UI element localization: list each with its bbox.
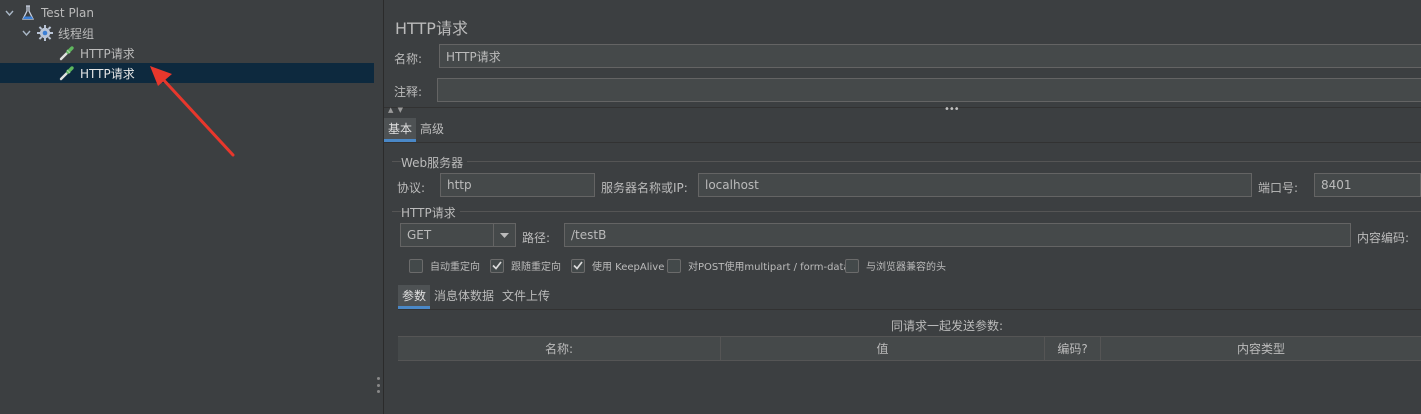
option-keepalive[interactable]: 使用 KeepAlive: [571, 258, 664, 273]
option-label: 与浏览器兼容的头: [866, 262, 946, 273]
option-label: 使用 KeepAlive: [592, 262, 665, 273]
main-tabs: 基本 高级: [384, 118, 448, 142]
name-label: 名称:: [394, 52, 423, 66]
chevron-down-icon[interactable]: [493, 224, 515, 246]
method-value: GET: [407, 228, 432, 242]
checkbox[interactable]: [845, 258, 859, 273]
server-input[interactable]: localhost: [698, 173, 1252, 197]
option-auto-redirect[interactable]: 自动重定向: [409, 258, 480, 273]
checkbox[interactable]: [490, 258, 504, 273]
option-browser-headers[interactable]: 与浏览器兼容的头: [845, 258, 946, 273]
params-table-header: 名称: 值 编码? 内容类型: [398, 336, 1421, 361]
group-border: [392, 211, 1421, 212]
chevron-down-icon[interactable]: [3, 7, 15, 19]
column-header-content-type[interactable]: 内容类型: [1101, 337, 1421, 360]
http-request-group-title: HTTP请求: [401, 204, 460, 221]
tree-item-test-plan[interactable]: Test Plan: [0, 3, 374, 23]
tree-item-label: 线程组: [58, 26, 95, 41]
comment-label: 注释:: [394, 85, 423, 99]
protocol-label: 协议:: [397, 181, 426, 195]
splitter-grip-icon[interactable]: [377, 377, 380, 393]
tab-body-data[interactable]: 消息体数据: [430, 285, 498, 309]
test-plan-tree: Test Plan 线程组 HTTP请求 HTTP请求: [0, 0, 374, 414]
option-label: 自动重定向: [430, 262, 480, 273]
chevron-down-icon[interactable]: [20, 27, 32, 39]
port-label: 端口号:: [1258, 181, 1299, 195]
check-icon: [573, 261, 583, 270]
protocol-input[interactable]: http: [440, 173, 595, 197]
tab-file-upload[interactable]: 文件上传: [498, 285, 554, 309]
pane-splitter[interactable]: [374, 0, 384, 414]
option-follow-redirect[interactable]: 跟随重定向: [490, 258, 561, 273]
collapse-bar[interactable]: ▲ ▼ •••: [384, 104, 1421, 115]
tree-item-thread-group[interactable]: 线程组: [0, 23, 374, 43]
option-label: 跟随重定向: [511, 262, 561, 273]
path-input[interactable]: /testB: [564, 223, 1351, 247]
params-caption: 同请求一起发送参数:: [891, 319, 1004, 333]
web-server-group-title: Web服务器: [401, 154, 468, 171]
tab-parameters[interactable]: 参数: [398, 285, 431, 309]
encoding-label: 内容编码:: [1357, 231, 1410, 245]
annotation-arrow: [150, 66, 235, 157]
column-header-value[interactable]: 值: [721, 337, 1045, 360]
group-border: [392, 161, 1421, 162]
pipette-icon: [58, 44, 76, 62]
tree-item-http-request-1[interactable]: HTTP请求: [0, 43, 374, 63]
path-label: 路径:: [522, 231, 551, 245]
subtabs-divider: [398, 309, 1421, 310]
http-request-panel: HTTP请求 名称: HTTP请求 注释: ▲ ▼ ••• 基本 高级 Web服…: [384, 0, 1421, 414]
name-input[interactable]: HTTP请求: [439, 44, 1421, 68]
sub-tabs: 参数 消息体数据 文件上传: [398, 285, 554, 309]
flask-icon: [19, 4, 37, 22]
checkbox[interactable]: [571, 258, 585, 273]
pipette-icon: [58, 64, 76, 82]
comment-input[interactable]: [437, 78, 1421, 102]
option-multipart[interactable]: 对POST使用multipart / form-data: [667, 258, 850, 273]
tree-item-label: HTTP请求: [80, 66, 135, 81]
gear-icon: [36, 24, 54, 42]
method-select[interactable]: GET: [400, 223, 516, 247]
drag-dots-icon[interactable]: •••: [944, 104, 960, 115]
collapse-arrows-icon[interactable]: ▲ ▼: [388, 106, 404, 114]
port-input[interactable]: 8401: [1314, 173, 1421, 197]
tree-item-label: Test Plan: [41, 6, 94, 20]
tab-basic[interactable]: 基本: [384, 118, 417, 142]
option-label: 对POST使用multipart / form-data: [688, 262, 850, 273]
tabs-divider: [384, 142, 1421, 143]
server-label: 服务器名称或IP:: [601, 181, 688, 195]
column-header-encode[interactable]: 编码?: [1045, 337, 1101, 360]
tab-advanced[interactable]: 高级: [416, 118, 448, 142]
check-icon: [492, 261, 502, 270]
panel-title: HTTP请求: [395, 19, 468, 38]
checkbox[interactable]: [409, 258, 423, 273]
column-header-name[interactable]: 名称:: [398, 337, 721, 360]
tree-item-label: HTTP请求: [80, 46, 135, 61]
checkbox[interactable]: [667, 258, 681, 273]
